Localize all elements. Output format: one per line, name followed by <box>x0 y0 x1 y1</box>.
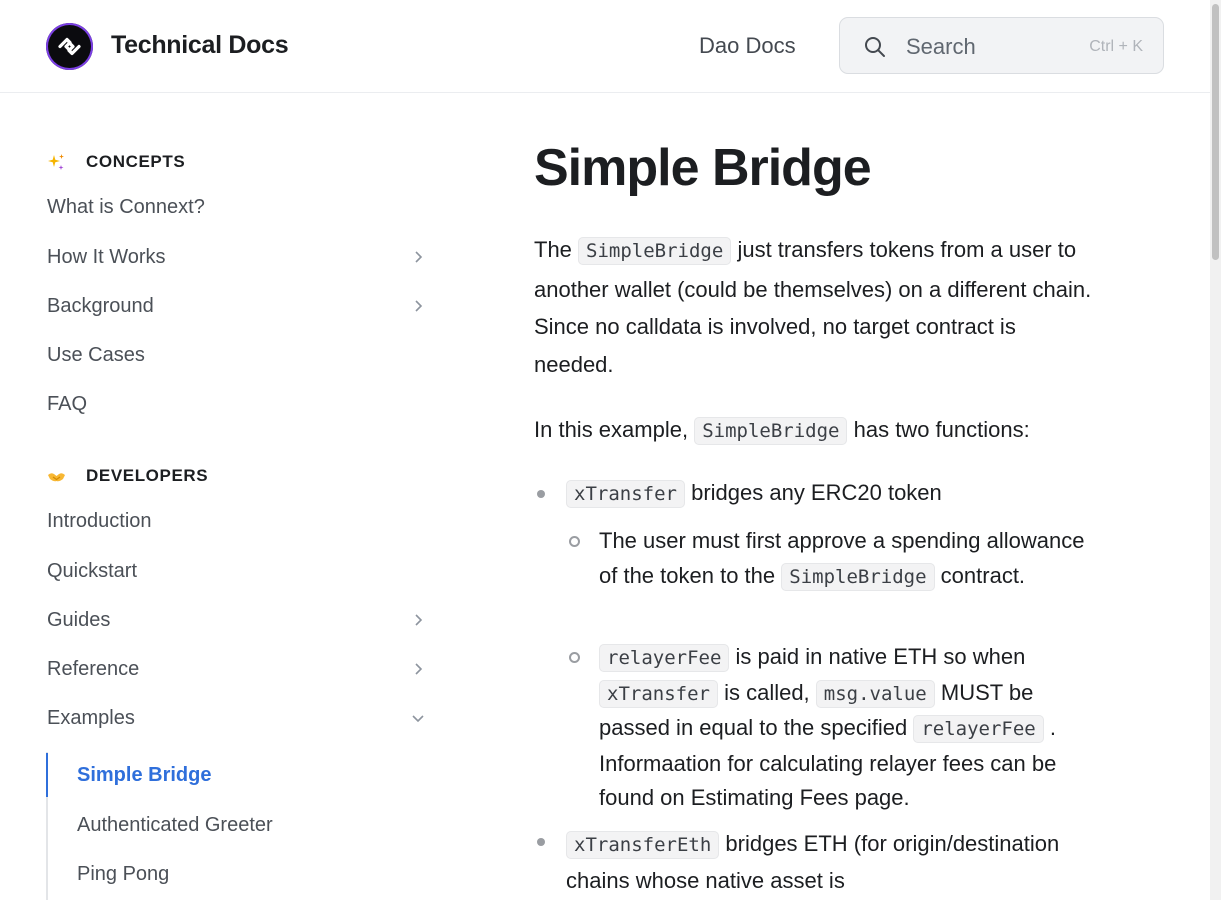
sidebar-subitem-authenticated-greeter[interactable]: Authenticated Greeter <box>77 814 273 837</box>
sidebar-subitem-simple-bridge[interactable]: Simple Bridge <box>77 764 211 787</box>
sidebar-item-quickstart[interactable]: Quickstart <box>47 553 427 589</box>
sidebar-section-title: CONCEPTS <box>86 152 186 171</box>
top-navbar: Technical Docs Dao Docs Search Ctrl + K <box>0 0 1210 93</box>
inline-code: SimpleBridge <box>781 562 935 591</box>
sidebar-item-guides[interactable]: Guides <box>47 602 427 638</box>
list-item-text: bridges any ERC20 token <box>691 480 942 505</box>
example-paragraph: In this example, SimpleBridge has two fu… <box>534 411 1094 451</box>
site-title[interactable]: Technical Docs <box>111 31 289 60</box>
list-item-text: is paid in native ETH so when <box>735 644 1026 669</box>
list-sub-bullet <box>569 652 580 663</box>
inline-code: relayerFee <box>913 715 1044 743</box>
sidebar-item-faq[interactable]: FAQ <box>47 386 427 422</box>
inline-code: xTransfer <box>599 679 718 708</box>
sidebar-section-concepts: CONCEPTS <box>47 152 185 172</box>
list-item-text: contract. <box>940 562 1026 588</box>
sidebar-item-introduction[interactable]: Introduction <box>47 503 427 539</box>
list-sub-item: relayerFee is paid in native ETH so when… <box>599 640 1099 816</box>
chevron-right-icon[interactable] <box>411 662 425 676</box>
sidebar-item-label: How It Works <box>47 245 166 268</box>
nav-link-dao-docs[interactable]: Dao Docs <box>699 33 796 59</box>
search-placeholder: Search <box>906 34 976 59</box>
inline-code: relayerFee <box>599 644 730 672</box>
active-item-indicator <box>46 753 48 797</box>
sidebar-item-use-cases[interactable]: Use Cases <box>47 337 427 373</box>
search-shortcut-hint: Ctrl + K <box>1089 38 1143 55</box>
page-title: Simple Bridge <box>534 139 872 197</box>
search-icon <box>863 35 887 64</box>
chevron-right-icon[interactable] <box>411 299 425 313</box>
sidebar-item-label: What is Connext? <box>47 195 205 218</box>
scrollbar-thumb[interactable] <box>1212 4 1219 260</box>
sidebar-item-label: Reference <box>47 657 140 680</box>
paragraph-text: has two functions: <box>853 417 1030 442</box>
sidebar-item-what-is-connext[interactable]: What is Connext? <box>47 189 427 225</box>
sidebar-item-reference[interactable]: Reference <box>47 651 427 687</box>
sidebar-section-title: DEVELOPERS <box>86 466 209 485</box>
sidebar-section-developers: DEVELOPERS <box>47 466 208 486</box>
list-sub-bullet <box>569 536 580 547</box>
inline-code: SimpleBridge <box>694 417 848 445</box>
sidebar-item-examples[interactable]: Examples <box>47 700 427 736</box>
list-bullet <box>537 490 545 498</box>
intro-paragraph: The SimpleBridge just transfers tokens f… <box>534 231 1094 383</box>
inline-code: xTransferEth <box>566 831 720 859</box>
inline-code: msg.value <box>815 679 935 708</box>
handshake-icon <box>47 467 66 486</box>
inline-code: SimpleBridge <box>578 237 732 265</box>
sidebar-item-label: Introduction <box>47 509 152 532</box>
paragraph-text: The <box>534 237 572 262</box>
list-sub-item: The user must first approve a spending a… <box>599 524 1099 594</box>
chevron-down-icon[interactable] <box>411 711 425 725</box>
sidebar-subitem-ping-pong[interactable]: Ping Pong <box>77 863 169 886</box>
sidebar-item-background[interactable]: Background <box>47 288 427 324</box>
connext-logo-icon[interactable] <box>46 23 93 70</box>
sidebar-item-label: Use Cases <box>47 343 145 366</box>
sidebar-item-how-it-works[interactable]: How It Works <box>47 239 427 275</box>
chevron-right-icon[interactable] <box>411 613 425 627</box>
sidebar-item-label: Guides <box>47 608 111 631</box>
search-button[interactable]: Search Ctrl + K <box>839 17 1164 74</box>
list-item-text: is called, <box>724 679 810 705</box>
sidebar-item-label: FAQ <box>47 392 88 415</box>
sparkles-icon <box>47 153 66 172</box>
inline-code: xTransfer <box>566 480 685 508</box>
sidebar-item-label: Background <box>47 294 154 317</box>
chevron-right-icon[interactable] <box>411 250 425 264</box>
list-item: xTransfer bridges any ERC20 token <box>566 480 942 508</box>
page-scrollbar[interactable] <box>1210 0 1221 900</box>
sidebar-item-label: Examples <box>47 706 135 729</box>
list-item: xTransferEth bridges ETH (for origin/des… <box>566 826 1096 898</box>
sidebar-item-label: Quickstart <box>47 559 138 582</box>
paragraph-text: In this example, <box>534 417 689 442</box>
list-bullet <box>537 838 545 846</box>
